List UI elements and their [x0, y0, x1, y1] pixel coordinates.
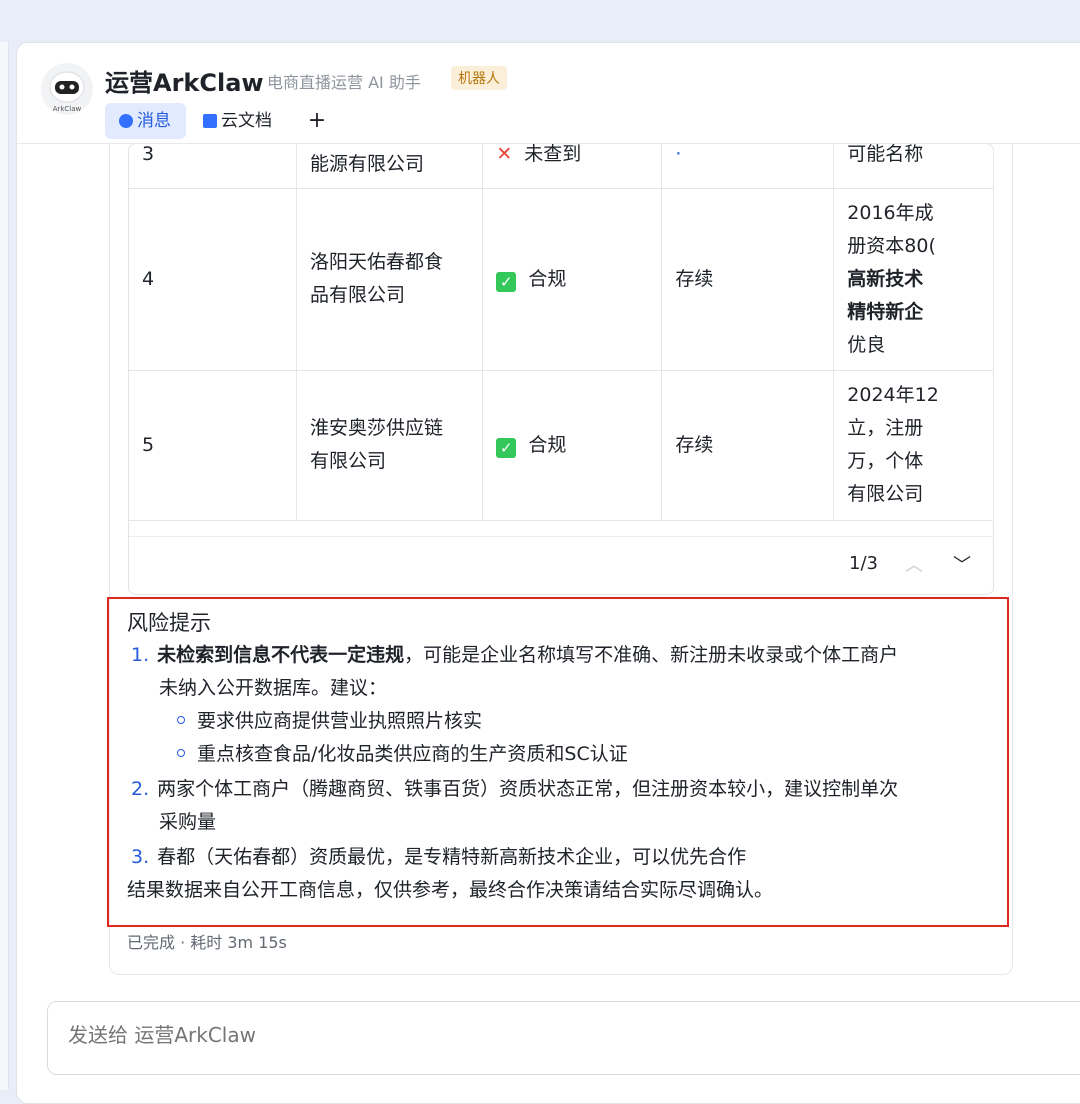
note-line: 有限公司 — [847, 483, 924, 505]
row-number: 3 — [129, 144, 298, 189]
compliance-cell: ✓ 合规 — [482, 188, 663, 371]
check-icon: ✓ — [496, 271, 517, 292]
risk-title: 风险提示 — [127, 611, 211, 635]
risk-item-1: 1. 未检索到信息不代表一定违规，可能是企业名称填写不准确、新注册未收录或个体工商… — [131, 639, 981, 672]
table: 3 能源有限公司 ✕ 未查到 · 可能名称 4 洛阳天佑春都食 品有限公司 ✓ 合规 — [129, 144, 993, 521]
list-number: 3. — [131, 846, 150, 868]
risk-notice: 风险提示 1. 未检索到信息不代表一定违规，可能是企业名称填写不准确、新注册未收录… — [107, 597, 1009, 927]
add-tab-button[interactable]: + — [307, 103, 327, 139]
company-name-line: 淮安奥莎供应链 — [310, 417, 444, 439]
row-number: 4 — [129, 188, 298, 371]
table-row: 3 能源有限公司 ✕ 未查到 · 可能名称 — [129, 144, 993, 189]
avatar-label: ArkClaw — [52, 105, 82, 113]
risk-item-1-cont: 未纳入公开数据库。建议： — [159, 677, 388, 699]
risk-item-text: ，可能是企业名称填写不准确、新注册未收录或个体工商户 — [404, 644, 899, 666]
company-name: 洛阳天佑春都食 品有限公司 — [296, 188, 484, 371]
tab-messages[interactable]: 消息 — [105, 103, 186, 139]
risk-item-3: 3. 春都（天佑春都）资质最优，是专精特新高新技术企业，可以优先合作 — [131, 841, 981, 874]
bullet-icon — [177, 716, 185, 724]
tab-cloud-docs[interactable]: 云文档 — [203, 103, 287, 139]
tab-label: 云文档 — [221, 111, 272, 131]
cross-icon: ✕ — [496, 144, 513, 165]
list-number: 1. — [131, 644, 150, 666]
message-icon — [119, 114, 133, 128]
note-line: 精特新企 — [847, 300, 924, 323]
company-name-line: 能源有限公司 — [310, 153, 425, 175]
list-number: 2. — [131, 778, 150, 800]
risk-item-bold: 未检索到信息不代表一定违规 — [157, 644, 405, 666]
bot-name: 运营ArkClaw — [105, 69, 264, 97]
risk-item-text: 春都（天佑春都）资质最优，是专精特新高新技术企业，可以优先合作 — [157, 846, 747, 868]
note-line: 册资本80( — [847, 234, 936, 257]
risk-sub-text: 重点核查食品/化妆品类供应商的生产资质和SC认证 — [197, 743, 628, 765]
status-cell: · — [661, 144, 835, 189]
note-cell: 可能名称 — [833, 144, 993, 189]
compliance-cell: ✓ 合规 — [482, 370, 663, 521]
risk-footer: 结果数据来自公开工商信息，仅供参考，最终合作决策请结合实际尽调确认。 — [127, 879, 774, 901]
compliance-cell: ✕ 未查到 — [482, 144, 663, 189]
risk-item-2-cont: 采购量 — [159, 811, 217, 833]
note-line: 优良 — [847, 333, 886, 356]
table-pager: 1/3 ︿ ﹀ — [129, 536, 993, 594]
note-line: 万，个体 — [847, 450, 924, 472]
check-icon: ✓ — [496, 437, 517, 458]
company-name-line: 洛阳天佑春都食 — [310, 251, 444, 273]
message-input[interactable] — [66, 1022, 970, 1048]
note-cell: 2016年成 册资本80( 高新技术 精特新企 优良 — [833, 188, 993, 371]
risk-item-2: 2. 两家个体工商户（腾趣商贸、铁事百货）资质状态正常，但注册资本较小，建议控制单… — [131, 773, 981, 806]
status-cell: 存续 — [661, 370, 835, 521]
risk-item-text: 两家个体工商户（腾趣商贸、铁事百货）资质状态正常，但注册资本较小，建议控制单次 — [157, 778, 899, 800]
compliance-text: 合规 — [528, 267, 567, 290]
completion-status: 已完成 · 耗时 3m 15s — [127, 933, 287, 952]
company-name-line: 品有限公司 — [310, 284, 406, 306]
chevron-down-icon[interactable]: ﹀ — [953, 551, 971, 577]
risk-sub-text: 要求供应商提供营业执照照片核实 — [197, 710, 483, 732]
compliance-text: 合规 — [528, 433, 567, 456]
note-line: 立，注册 — [847, 417, 924, 439]
company-name: 淮安奥莎供应链 有限公司 — [296, 370, 484, 521]
table-row: 5 淮安奥莎供应链 有限公司 ✓ 合规 存续 2024年12 立，注册 万，个体 … — [129, 370, 993, 521]
message-input-box[interactable] — [47, 1001, 1080, 1075]
page-indicator: 1/3 — [849, 553, 878, 574]
note-line: 2016年成 — [847, 201, 934, 224]
doc-icon — [203, 114, 217, 128]
bot-subtitle: 电商直播运营 AI 助手 — [267, 73, 421, 92]
left-sidebar-edge — [0, 42, 9, 1090]
note-cell: 2024年12 立，注册 万，个体 有限公司 — [833, 370, 993, 521]
note-line: 2024年12 — [847, 384, 939, 406]
result-table: 3 能源有限公司 ✕ 未查到 · 可能名称 4 洛阳天佑春都食 品有限公司 ✓ 合规 — [128, 143, 994, 595]
status-cell: 存续 — [661, 188, 835, 371]
chevron-up-icon[interactable]: ︿ — [905, 551, 923, 577]
table-row: 4 洛阳天佑春都食 品有限公司 ✓ 合规 存续 2016年成 册资本80( 高新技… — [129, 188, 993, 371]
tab-label: 消息 — [137, 111, 171, 131]
chat-panel: 3 能源有限公司 ✕ 未查到 · 可能名称 4 洛阳天佑春都食 品有限公司 ✓ 合规 — [16, 42, 1080, 1104]
chat-header: ArkClaw 运营ArkClaw 电商直播运营 AI 助手 机器人 消息 云文… — [17, 43, 1080, 144]
company-name-line: 有限公司 — [310, 450, 387, 472]
row-number: 5 — [129, 370, 298, 521]
risk-sub-item: 重点核查食品/化妆品类供应商的生产资质和SC认证 — [177, 738, 1027, 771]
compliance-text: 未查到 — [524, 144, 582, 165]
company-name: 能源有限公司 — [296, 144, 484, 189]
table-fade — [991, 143, 1007, 523]
risk-sub-item: 要求供应商提供营业执照照片核实 — [177, 705, 1027, 738]
note-line: 高新技术 — [847, 267, 924, 290]
bullet-icon — [177, 749, 185, 757]
bot-tag: 机器人 — [451, 66, 507, 90]
